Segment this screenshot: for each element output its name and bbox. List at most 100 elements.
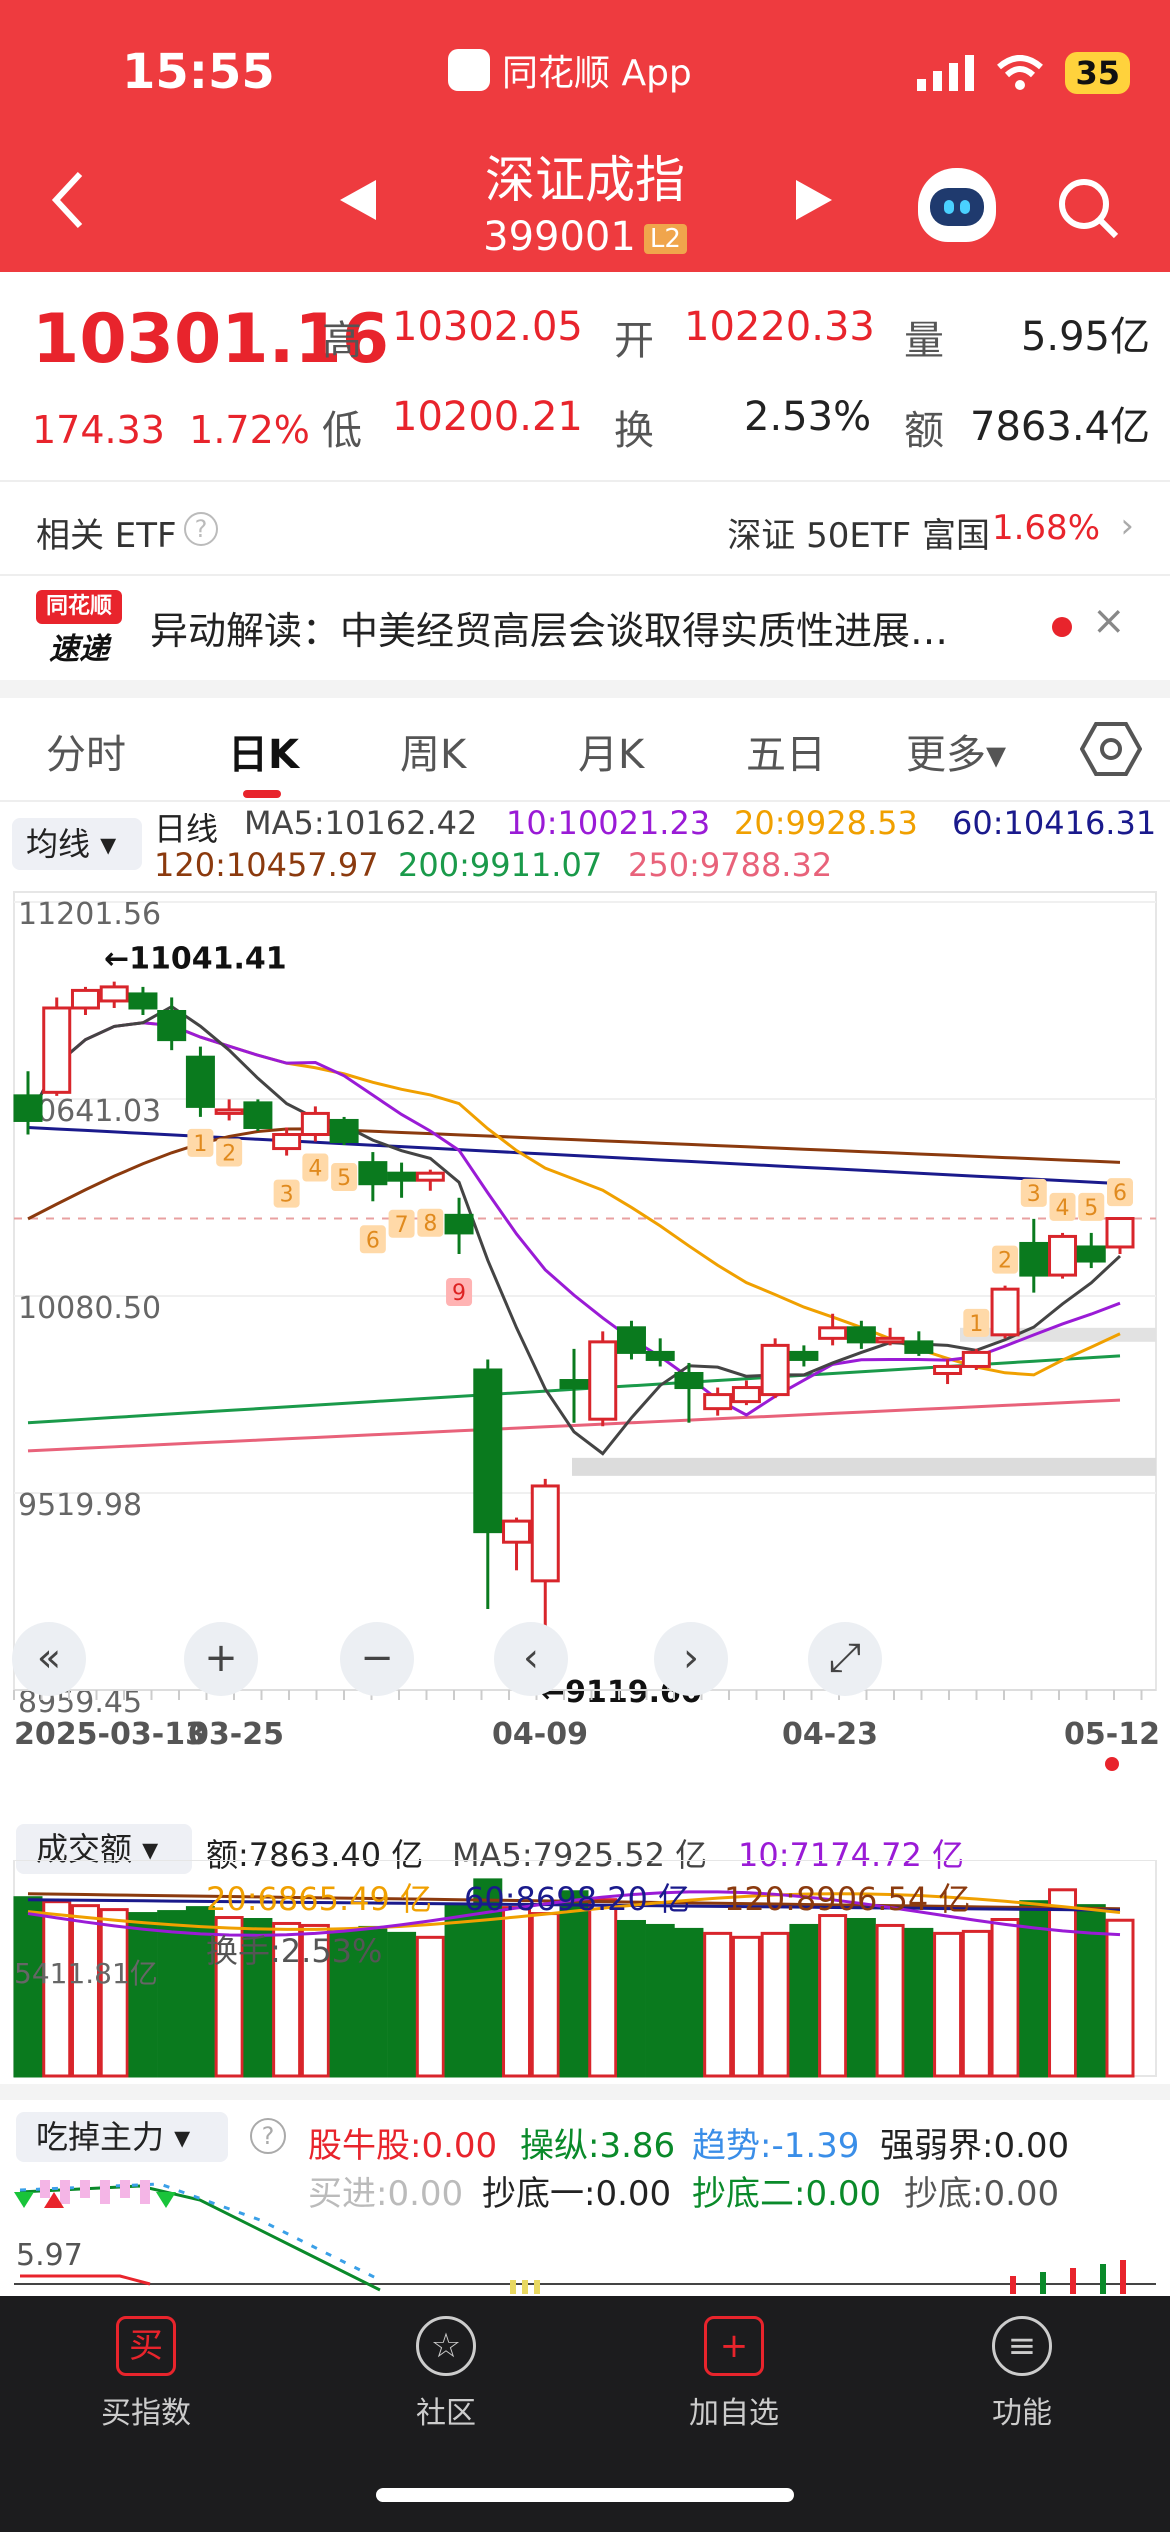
volume-ma60: 60:8698.20 亿 bbox=[464, 1880, 691, 1918]
volume-bar bbox=[846, 1918, 876, 2078]
seq-marker-label: 3 bbox=[1027, 1182, 1041, 1207]
divider bbox=[0, 800, 1170, 802]
seq-marker-label: 6 bbox=[366, 1228, 380, 1253]
indicator-bar bbox=[1070, 2268, 1076, 2294]
volume-bar bbox=[760, 1931, 790, 2078]
buy-index-button[interactable]: 买 买指数 bbox=[46, 2316, 246, 2432]
home-indicator bbox=[376, 2488, 794, 2502]
candle bbox=[1105, 1217, 1135, 1249]
indicator-select[interactable]: 吃掉主力 ▾ bbox=[16, 2112, 228, 2162]
candle bbox=[818, 1326, 848, 1340]
tab-more[interactable]: 更多▾ bbox=[906, 722, 1006, 780]
amount-value: 7863.4亿 bbox=[970, 404, 1150, 450]
ma-indicator-select[interactable]: 均线 ▾ bbox=[12, 818, 142, 870]
volume-bar bbox=[645, 1923, 675, 2078]
zoom-in-button[interactable]: + bbox=[184, 1622, 258, 1696]
help-icon[interactable]: ? bbox=[184, 512, 218, 546]
signal-icon bbox=[917, 55, 975, 91]
next-stock-icon[interactable] bbox=[796, 180, 832, 220]
candle bbox=[415, 1171, 445, 1182]
indicator-red-line bbox=[20, 2274, 151, 2286]
active-tab-indicator bbox=[243, 790, 281, 798]
candle bbox=[559, 1379, 589, 1390]
ma200-value: 200:9911.07 bbox=[398, 846, 603, 884]
candle bbox=[875, 1336, 905, 1344]
seq-marker-label: 5 bbox=[337, 1166, 351, 1191]
turnover-value: 2.53% bbox=[744, 394, 872, 440]
tab-intraday[interactable]: 分时 bbox=[46, 722, 126, 780]
candle bbox=[185, 1055, 215, 1108]
tab-weekly-k[interactable]: 周K bbox=[400, 722, 466, 780]
functions-label: 功能 bbox=[992, 2396, 1052, 2431]
indicator-bar bbox=[522, 2280, 528, 2294]
ma250-value: 250:9788.32 bbox=[628, 846, 833, 884]
candle bbox=[272, 1133, 302, 1151]
volume-axis-label: 5411.81亿 bbox=[14, 1957, 158, 1990]
seq-marker-label: 4 bbox=[1056, 1196, 1070, 1221]
fullscreen-button[interactable]: ⤢ bbox=[808, 1622, 882, 1696]
x-tick-label: 05-12 bbox=[1064, 1717, 1160, 1752]
candle bbox=[731, 1386, 761, 1404]
ma60-value: 60:10416.31 bbox=[952, 804, 1157, 842]
volume-bar bbox=[990, 1918, 1020, 2078]
rewind-button[interactable]: « bbox=[12, 1622, 86, 1696]
candle bbox=[645, 1350, 675, 1361]
candle bbox=[789, 1350, 819, 1361]
volume-bar bbox=[1048, 1888, 1078, 2078]
help-icon[interactable]: ? bbox=[250, 2118, 286, 2154]
add-watchlist-label: 加自选 bbox=[689, 2396, 779, 2431]
volume-bar bbox=[588, 1898, 618, 2078]
scroll-left-button[interactable]: ‹ bbox=[494, 1622, 568, 1696]
turnover-label: 换 bbox=[614, 408, 654, 454]
functions-button[interactable]: ≡ 功能 bbox=[922, 2316, 1122, 2432]
tab-daily-k[interactable]: 日K bbox=[228, 722, 299, 780]
candle bbox=[674, 1371, 704, 1390]
ma20-value: 20:9928.53 bbox=[734, 804, 918, 842]
candle bbox=[1076, 1245, 1106, 1263]
candlestick-chart[interactable]: 11201.5610641.0310080.509519.988959.451 2… bbox=[0, 880, 1170, 1800]
volume-bar bbox=[387, 1931, 417, 2078]
indicator-bar bbox=[100, 2180, 110, 2204]
header-bar: 15:55 同花顺 App 35 深证成指 399001 L2 bbox=[0, 0, 1170, 272]
news-headline[interactable]: 异动解读：中美经贸高层会谈取得实质性进展… bbox=[150, 600, 1030, 655]
volume-bar bbox=[961, 1929, 991, 2078]
candle bbox=[530, 1484, 560, 1583]
tab-five-day[interactable]: 五日 bbox=[746, 722, 826, 780]
section-gap bbox=[0, 2084, 1170, 2100]
low-value: 10200.21 bbox=[392, 394, 583, 440]
indicator-bar bbox=[1120, 2260, 1126, 2294]
status-time: 15:55 bbox=[122, 44, 275, 100]
add-watchlist-button[interactable]: + 加自选 bbox=[634, 2316, 834, 2432]
candle bbox=[157, 1009, 187, 1042]
search-icon[interactable] bbox=[1056, 176, 1120, 240]
seq-marker-label: 3 bbox=[280, 1183, 294, 1208]
ma-type: 日线 bbox=[154, 810, 219, 848]
close-icon[interactable]: × bbox=[1092, 598, 1126, 644]
volume-bar bbox=[128, 1912, 158, 2078]
status-app-label[interactable]: 同花顺 App bbox=[448, 44, 692, 96]
settings-hexagon-icon[interactable] bbox=[1080, 718, 1142, 780]
assistant-robot-icon[interactable] bbox=[918, 168, 996, 242]
buy-triangle-icon bbox=[156, 2192, 176, 2208]
community-star-icon: ☆ bbox=[416, 2316, 476, 2376]
menu-icon: ≡ bbox=[992, 2316, 1052, 2376]
tab-monthly-k[interactable]: 月K bbox=[578, 722, 644, 780]
indicator-bar bbox=[534, 2280, 540, 2294]
x-tick-label: 2025-03-13 bbox=[14, 1717, 206, 1752]
candle bbox=[904, 1340, 934, 1354]
community-button[interactable]: ☆ 社区 bbox=[346, 2316, 546, 2432]
ind-qrj: 强弱界:0.00 bbox=[880, 2126, 1070, 2166]
ind-gnb: 股牛股:0.00 bbox=[308, 2126, 498, 2166]
zoom-out-button[interactable]: − bbox=[340, 1622, 414, 1696]
unread-dot-icon bbox=[1052, 617, 1072, 637]
indicator-chart[interactable] bbox=[0, 2180, 1170, 2296]
price-change: 174.33 1.72% bbox=[32, 408, 310, 452]
scroll-right-button[interactable]: › bbox=[654, 1622, 728, 1696]
seq-marker-label: 2 bbox=[998, 1249, 1012, 1274]
indicator-bar bbox=[140, 2180, 150, 2204]
candle bbox=[1048, 1234, 1078, 1277]
related-etf-row[interactable]: 相关 ETF ? 深证 50ETF 富国 1.68% › bbox=[0, 484, 1170, 574]
high-value: 10302.05 bbox=[392, 304, 583, 350]
ma10-value: 10:10021.23 bbox=[506, 804, 711, 842]
volume-bar bbox=[703, 1931, 733, 2078]
